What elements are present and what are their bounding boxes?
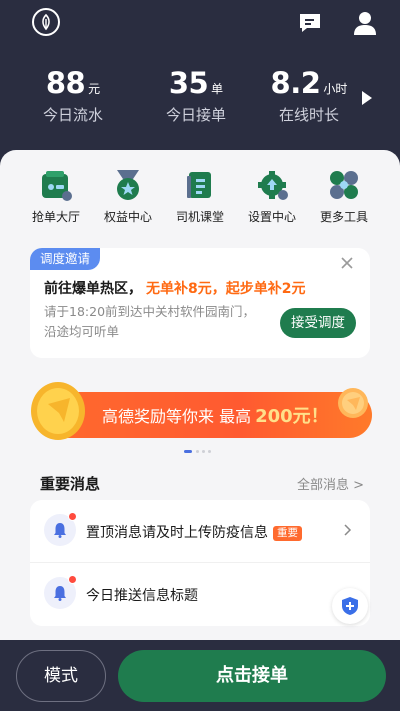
stat-unit: 元 <box>88 82 101 96</box>
chevron-right-icon <box>344 524 352 536</box>
stat-value: 35 <box>168 66 209 100</box>
app-logo-icon <box>32 8 60 36</box>
dispatch-invitation-card: 调度邀请 前往爆单热区， 无单补8元，起步单补2元 请于18:20前到达中关村软件… <box>30 248 370 358</box>
stats-next-arrow-icon[interactable] <box>362 91 372 105</box>
message-icon[interactable] <box>298 12 322 34</box>
important-badge: 重要 <box>273 526 302 541</box>
coin-icon <box>28 380 88 442</box>
security-shield-button[interactable] <box>332 588 368 624</box>
all-messages-link[interactable]: 全部消息 > <box>297 474 364 493</box>
tool-label: 抢单大厅 <box>31 210 80 224</box>
news-list: 置顶消息请及时上传防疫信息 重要 今日推送信息标题 <box>30 500 370 626</box>
tool-benefits[interactable]: 权益中心 <box>96 168 160 225</box>
unread-dot <box>68 512 77 521</box>
dispatch-title-text: 前往爆单热区， <box>44 281 142 297</box>
news-item[interactable]: 今日推送信息标题 <box>30 562 370 624</box>
tool-settings-center[interactable]: 设置中心 <box>240 168 304 225</box>
stat-online-hours[interactable]: 8.2 小时 在线时长 <box>249 66 369 125</box>
unread-dot <box>68 575 77 584</box>
carousel-dot-active <box>184 450 192 453</box>
small-coin-icon <box>336 386 370 420</box>
stats-row: 88 元 今日流水 35 单 今日接单 8.2 小时 在线时长 <box>0 66 400 136</box>
medal-icon <box>117 170 139 200</box>
news-item-title: 置顶消息请及时上传防疫信息 <box>86 525 268 541</box>
more-tools-icon <box>330 171 358 199</box>
dispatch-description: 请于18:20前到达中关村软件园南门，沿途均可听单 <box>44 304 256 339</box>
banner-amount: 200元！ <box>255 406 329 427</box>
bottom-action-bar: 模式 点击接单 <box>0 640 400 711</box>
top-header: 88 元 今日流水 35 单 今日接单 8.2 小时 在线时长 <box>0 0 400 150</box>
dispatch-tag: 调度邀请 <box>30 248 100 270</box>
stat-label: 在线时长 <box>278 106 339 124</box>
news-item-text: 置顶消息请及时上传防疫信息 重要 <box>86 522 302 542</box>
news-item[interactable]: 置顶消息请及时上传防疫信息 重要 <box>30 500 370 562</box>
stat-value: 88 <box>45 66 86 100</box>
book-icon <box>187 172 211 198</box>
order-hall-icon <box>42 171 72 201</box>
tool-label: 更多工具 <box>319 210 368 224</box>
tool-label: 设置中心 <box>247 210 296 224</box>
tool-order-hall[interactable]: 抢单大厅 <box>24 168 88 225</box>
profile-icon[interactable] <box>353 10 377 36</box>
bell-icon <box>44 512 77 546</box>
carousel-dot <box>208 450 211 453</box>
promo-banner[interactable]: 高德奖励等你来 最高 200元！ <box>28 380 372 444</box>
banner-text: 高德奖励等你来 最高 200元！ <box>102 402 329 428</box>
stat-unit: 单 <box>211 82 224 96</box>
carousel-dot <box>196 450 199 453</box>
dispatch-bonus-text: 无单补8元，起步单补2元 <box>146 281 306 297</box>
stat-unit: 小时 <box>323 82 348 96</box>
tool-label: 司机课堂 <box>175 210 224 224</box>
stat-label: 今日接单 <box>165 106 226 124</box>
carousel-indicator <box>184 450 214 454</box>
mode-button[interactable]: 模式 <box>16 650 106 702</box>
close-icon[interactable] <box>340 256 354 270</box>
settings-gear-icon <box>258 171 288 200</box>
stat-earnings[interactable]: 88 元 今日流水 <box>13 66 133 125</box>
tool-label: 权益中心 <box>103 210 152 224</box>
shield-icon <box>342 597 358 615</box>
stat-label: 今日流水 <box>42 106 103 124</box>
stat-orders[interactable]: 35 单 今日接单 <box>136 66 256 125</box>
accept-dispatch-button[interactable]: 接受调度 <box>280 308 356 338</box>
carousel-dot <box>202 450 205 453</box>
news-section-title: 重要消息 <box>40 475 101 493</box>
tool-more-tools[interactable]: 更多工具 <box>312 168 376 225</box>
bell-icon <box>44 575 77 609</box>
banner-message: 高德奖励等你来 最高 <box>102 407 252 426</box>
dispatch-title: 前往爆单热区， 无单补8元，起步单补2元 <box>44 278 305 298</box>
news-item-text: 今日推送信息标题 <box>86 585 198 605</box>
tool-driver-class[interactable]: 司机课堂 <box>168 168 232 225</box>
tool-grid: 抢单大厅 权益中心 司机课堂 设置中心 更多工具 <box>24 168 376 232</box>
stat-value: 8.2 <box>270 66 321 100</box>
accept-order-button[interactable]: 点击接单 <box>118 650 386 702</box>
news-item-title: 今日推送信息标题 <box>86 588 198 604</box>
main-panel: 抢单大厅 权益中心 司机课堂 设置中心 更多工具 调度邀请 前往爆单热区， 无单… <box>0 150 400 648</box>
